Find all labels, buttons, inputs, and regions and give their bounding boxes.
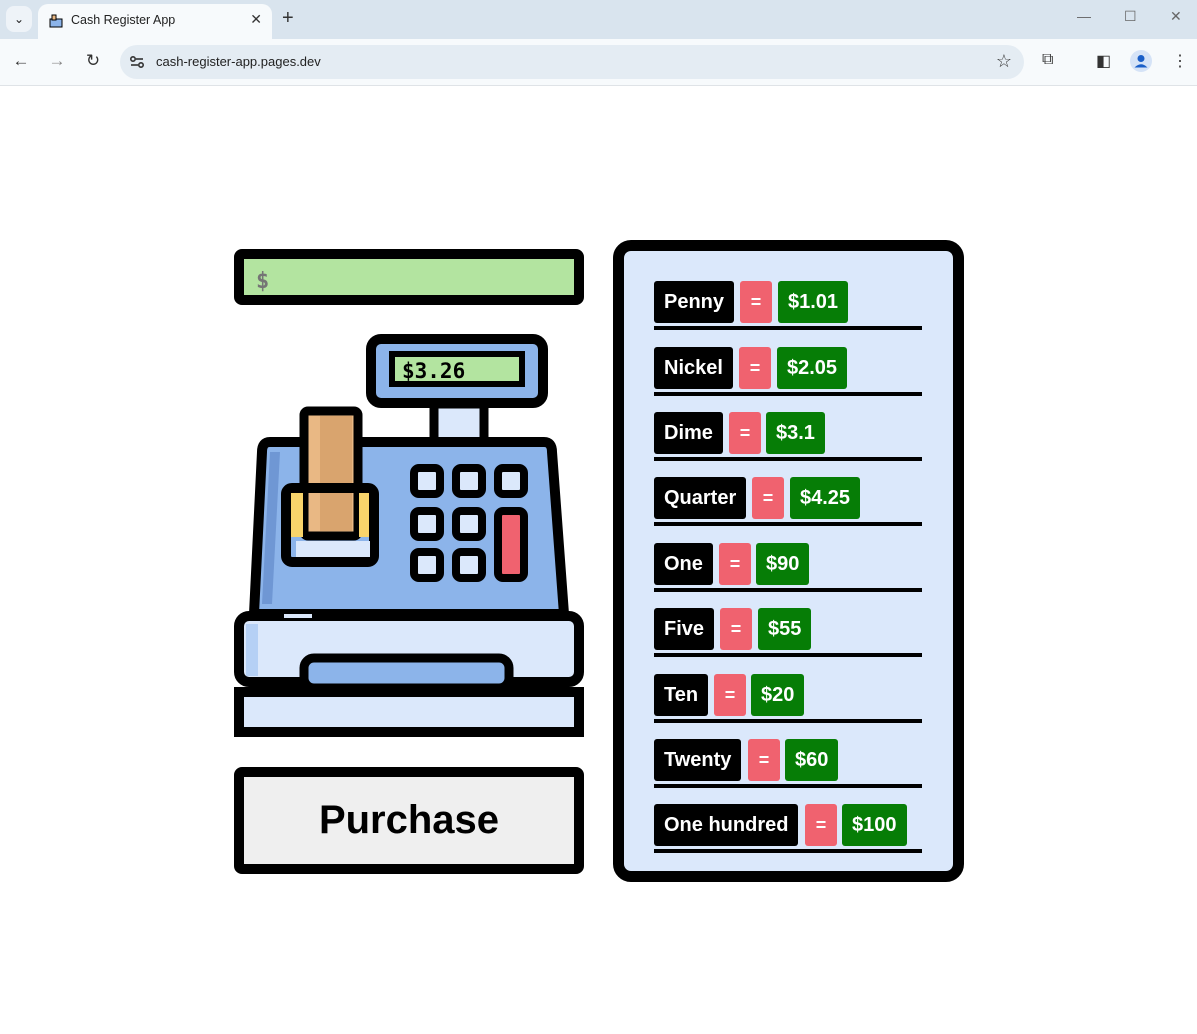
back-icon[interactable]: ←: [10, 51, 32, 71]
cash-drawer-panel: Penny = $1.01 Nickel = $2.05 Dime = $3.1…: [613, 240, 964, 882]
url-text: cash-register-app.pages.dev: [156, 54, 321, 69]
equals-badge: =: [805, 804, 837, 846]
denomination-label: One: [654, 543, 713, 585]
denomination-label: Nickel: [654, 347, 733, 389]
browser-tab[interactable]: Cash Register App ✕: [38, 4, 272, 39]
denomination-label: Penny: [654, 281, 735, 323]
cash-input[interactable]: [254, 265, 578, 297]
amount-badge: $60: [785, 739, 839, 781]
cash-register-favicon-icon: [49, 14, 63, 28]
maximize-icon[interactable]: ☐: [1124, 8, 1137, 25]
row-divider: [654, 849, 922, 853]
drawer-row-one: One = $90: [654, 542, 922, 602]
extensions-icon[interactable]: ⧉: [1042, 51, 1053, 69]
row-divider: [654, 784, 922, 788]
amount-badge: $55: [758, 608, 812, 650]
drawer-row-dime: Dime = $3.1: [654, 411, 922, 471]
drawer-row-one-hundred: One hundred = $100: [654, 803, 922, 863]
denomination-label: Ten: [654, 674, 709, 716]
reload-icon[interactable]: ↻: [82, 51, 104, 71]
drawer-row-ten: Ten = $20: [654, 673, 922, 733]
amount-badge: $1.01: [778, 281, 849, 323]
browser-toolbar: ← → ↻ cash-register-app.pages.dev ☆ ⧉ ◧ …: [0, 39, 1197, 86]
equals-badge: =: [752, 477, 784, 519]
tab-strip: ⌄ Cash Register App ✕ + — ☐ ✕: [0, 0, 1197, 39]
denomination-label: Twenty: [654, 739, 742, 781]
equals-badge: =: [720, 608, 752, 650]
equals-badge: =: [739, 347, 771, 389]
amount-badge: $3.1: [766, 412, 825, 454]
row-divider: [654, 522, 922, 526]
bookmark-star-icon[interactable]: ☆: [996, 51, 1012, 72]
menu-kebab-icon[interactable]: ⋮: [1172, 51, 1188, 71]
tab-search-button[interactable]: ⌄: [6, 6, 32, 32]
row-divider: [654, 457, 922, 461]
equals-badge: =: [748, 739, 780, 781]
register-screen-text: $3.26: [402, 359, 465, 383]
chevron-down-icon: ⌄: [13, 12, 25, 26]
cash-register-illustration: $3.26: [234, 334, 584, 737]
forward-icon[interactable]: →: [46, 51, 68, 71]
cash-display: [234, 249, 584, 305]
purchase-button[interactable]: Purchase: [234, 767, 584, 874]
drawer-row-quarter: Quarter = $4.25: [654, 476, 922, 536]
row-divider: [654, 588, 922, 592]
new-tab-icon[interactable]: +: [282, 7, 294, 30]
amount-badge: $90: [756, 543, 810, 585]
row-divider: [654, 719, 922, 723]
minimize-icon[interactable]: —: [1077, 8, 1091, 24]
equals-badge: =: [719, 543, 751, 585]
drawer-row-twenty: Twenty = $60: [654, 738, 922, 798]
side-panel-icon[interactable]: ◧: [1096, 51, 1111, 71]
close-window-icon[interactable]: ✕: [1170, 8, 1182, 25]
amount-badge: $100: [842, 804, 907, 846]
row-divider: [654, 392, 922, 396]
row-divider: [654, 326, 922, 330]
amount-badge: $2.05: [777, 347, 848, 389]
denomination-label: Dime: [654, 412, 723, 454]
equals-badge: =: [740, 281, 772, 323]
address-bar[interactable]: cash-register-app.pages.dev ☆: [120, 45, 1024, 79]
drawer-row-five: Five = $55: [654, 607, 922, 667]
site-info-icon[interactable]: [128, 53, 146, 71]
denomination-label: Five: [654, 608, 715, 650]
profile-avatar[interactable]: [1130, 50, 1152, 72]
equals-badge: =: [729, 412, 761, 454]
equals-badge: =: [714, 674, 746, 716]
drawer-row-nickel: Nickel = $2.05: [654, 346, 922, 406]
drawer-row-penny: Penny = $1.01: [654, 280, 922, 340]
person-icon: [1134, 55, 1148, 68]
denomination-label: One hundred: [654, 804, 799, 846]
tab-title: Cash Register App: [71, 13, 176, 27]
denomination-label: Quarter: [654, 477, 747, 519]
amount-badge: $20: [751, 674, 805, 716]
row-divider: [654, 653, 922, 657]
amount-badge: $4.25: [790, 477, 861, 519]
close-tab-icon[interactable]: ✕: [250, 11, 262, 28]
